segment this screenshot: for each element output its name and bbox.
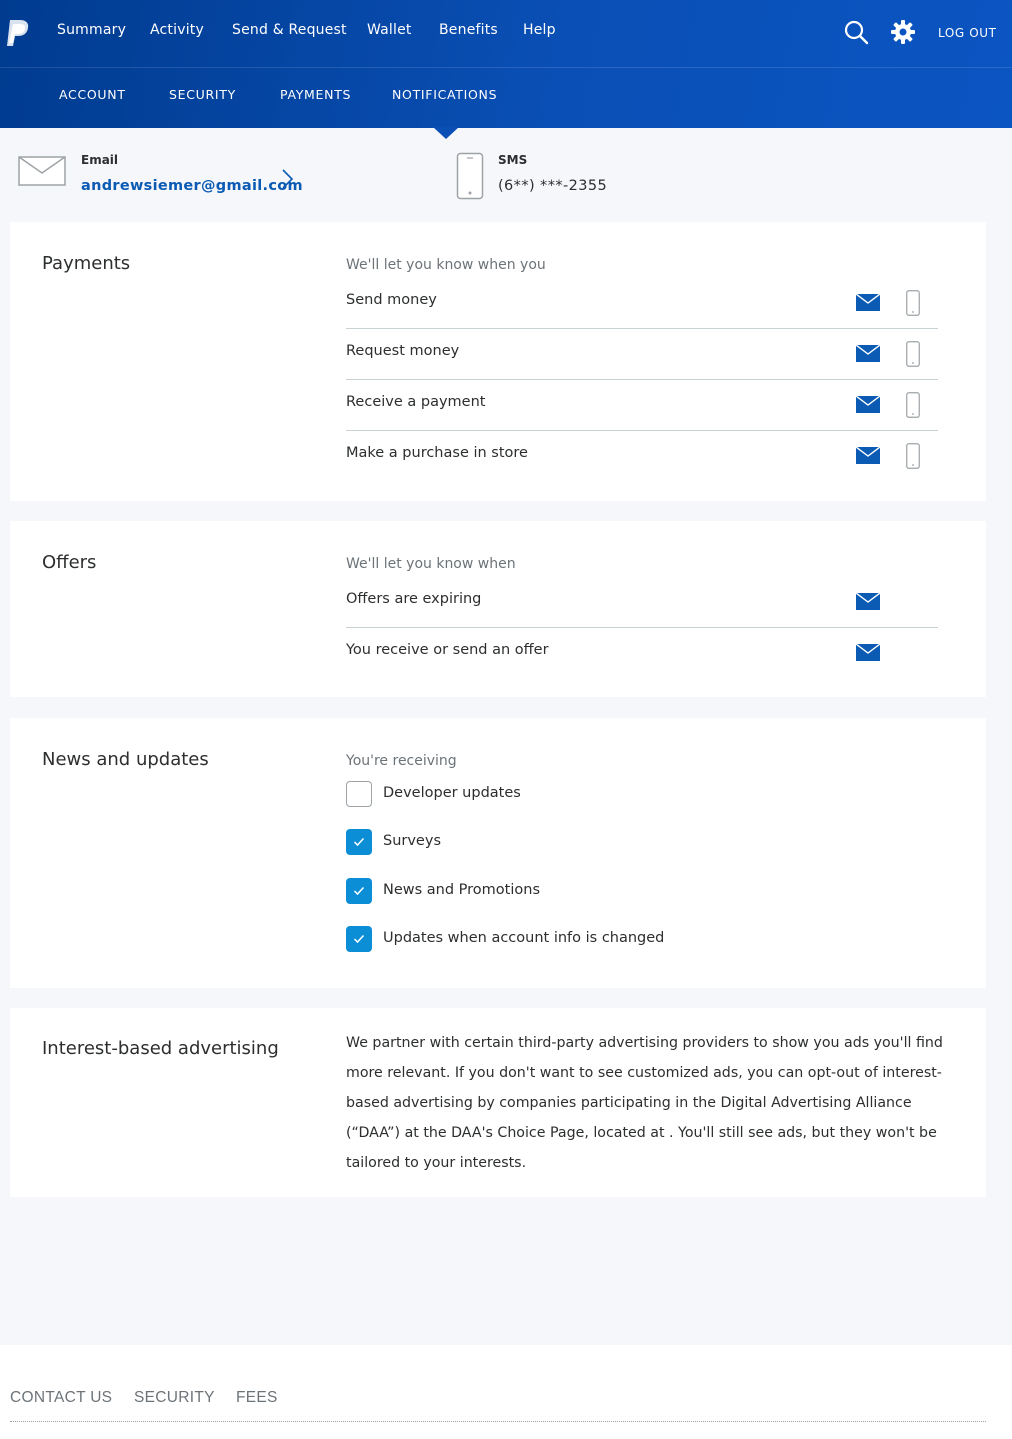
advertising-text: We partner with certain third-party adve… [346,1035,943,1171]
nav-summary[interactable]: Summary [57,22,126,38]
notification-row: Receive a payment [346,380,938,431]
tab-account[interactable]: ACCOUNT [59,87,126,102]
offers-title: Offers [42,552,97,573]
sms-label: SMS [498,153,528,167]
checkmark-icon [353,837,365,847]
tab-security[interactable]: SECURITY [169,87,236,102]
row-label: Make a purchase in store [346,445,528,461]
email-toggle-icon[interactable] [856,593,880,610]
gear-icon[interactable] [890,19,916,45]
checkbox-row: Developer updates [346,781,846,809]
footer-divider [10,1421,986,1422]
email-label: Email [81,153,119,167]
checkbox-label: Updates when account info is changed [383,930,665,946]
footer-fees-link[interactable]: FEES [236,1389,278,1407]
email-link[interactable]: andrewsiemer@gmail.com [81,178,303,194]
notification-row: Send money [346,278,938,329]
nav-send-request[interactable]: Send & Request [232,22,347,38]
email-toggle-icon[interactable] [856,345,880,362]
paypal-logo[interactable] [4,18,32,48]
notification-row: You receive or send an offer [346,628,938,679]
checkmark-icon [353,934,365,944]
notification-row: Make a purchase in store [346,431,938,482]
news-title: News and updates [42,749,209,770]
payments-subtitle: We'll let you know when you [346,257,546,273]
tab-payments[interactable]: PAYMENTS [280,87,351,102]
nav-wallet[interactable]: Wallet [367,22,412,38]
sms-value: (6**) ***-2355 [498,178,608,194]
advertising-title: Interest-based advertising [42,1038,279,1059]
sms-toggle-icon[interactable] [906,290,920,316]
offers-card: Offers We'll let you know when Offers ar… [10,521,986,697]
developer-updates-checkbox[interactable] [346,781,372,807]
checkbox-label: Surveys [383,833,441,849]
footer-contact-us-link[interactable]: CONTACT US [10,1389,112,1407]
checkbox-row: Surveys [346,829,846,857]
news-subtitle: You're receiving [346,753,457,769]
envelope-icon [18,156,66,186]
sms-toggle-icon[interactable] [906,443,920,469]
account-updates-checkbox[interactable] [346,926,372,952]
checkbox-label: News and Promotions [383,882,541,898]
row-label: Offers are expiring [346,591,482,607]
news-card: News and updates You're receiving Develo… [10,718,986,988]
sms-toggle-icon[interactable] [906,341,920,367]
checkbox-label: Developer updates [383,785,521,801]
payments-card: Payments We'll let you know when you Sen… [10,222,986,501]
notification-row: Offers are expiring [346,577,938,628]
email-toggle-icon[interactable] [856,447,880,464]
nav-help[interactable]: Help [523,22,556,38]
email-toggle-icon[interactable] [856,396,880,413]
phone-icon [456,152,484,200]
footer-security-link[interactable]: SECURITY [134,1389,215,1407]
news-promotions-checkbox[interactable] [346,878,372,904]
offers-subtitle: We'll let you know when [346,556,516,572]
row-label: You receive or send an offer [346,642,549,658]
checkbox-row: Updates when account info is changed [346,926,846,954]
checkmark-icon [353,886,365,896]
email-toggle-icon[interactable] [856,644,880,661]
chevron-right-icon[interactable] [279,168,295,190]
payments-title: Payments [42,253,131,274]
nav-activity[interactable]: Activity [150,22,204,38]
checkbox-row: News and Promotions [346,878,846,906]
logout-button[interactable]: LOG OUT [938,26,997,40]
top-nav: Summary Activity Send & Request Wallet B… [0,0,1012,68]
row-label: Send money [346,292,437,308]
row-label: Receive a payment [346,394,486,410]
advertising-card: Interest-based advertising We partner wi… [10,1008,986,1197]
header: Summary Activity Send & Request Wallet B… [0,0,1012,128]
row-label: Request money [346,343,460,359]
email-toggle-icon[interactable] [856,294,880,311]
active-tab-indicator [433,127,459,139]
search-icon[interactable] [843,19,869,45]
surveys-checkbox[interactable] [346,829,372,855]
notification-row: Request money [346,329,938,380]
footer: CONTACT US SECURITY FEES [0,1345,1012,1439]
nav-benefits[interactable]: Benefits [439,22,498,38]
tab-notifications[interactable]: NOTIFICATIONS [392,87,497,102]
sms-toggle-icon[interactable] [906,392,920,418]
